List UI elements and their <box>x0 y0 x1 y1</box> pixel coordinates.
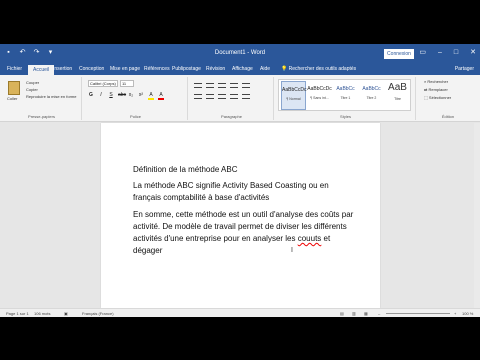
font-format-buttons: G I S abc x₂ x² A A <box>88 92 164 100</box>
bullets-icon[interactable] <box>194 83 202 88</box>
format-painter-button[interactable]: Reproduire la mise en forme <box>26 94 76 99</box>
styles-gallery: AaBbCcDc ¶ Normal AaBbCcDc ¶ Sans int...… <box>278 79 411 111</box>
decrease-indent-icon[interactable] <box>230 83 238 88</box>
select-button[interactable]: ⬚ Sélectionner <box>424 95 451 100</box>
ribbon: Coller Couper Copier Reproduire la mise … <box>0 75 480 122</box>
tell-me-search[interactable]: 💡 Rechercher des outils adaptés <box>281 66 356 72</box>
style-heading-1[interactable]: AaBbCc Titre 1 <box>333 81 358 110</box>
subscript-button[interactable]: x₂ <box>128 92 134 100</box>
paste-button[interactable]: Coller <box>7 96 17 101</box>
paragraph-group-label: Paragraphe <box>221 114 242 119</box>
close-icon[interactable]: ✕ <box>470 48 476 58</box>
paragraph-body[interactable]: En somme, cette méthode est un outil d'a… <box>133 209 358 257</box>
cut-button[interactable]: Couper <box>26 80 39 85</box>
language[interactable]: Français (France) <box>82 311 114 316</box>
read-mode-icon[interactable]: ▥ <box>352 311 356 316</box>
line-spacing-icon[interactable] <box>242 94 250 99</box>
style-normal[interactable]: AaBbCcDc ¶ Normal <box>281 81 306 110</box>
zoom-in-icon[interactable]: + <box>454 311 456 316</box>
page-count[interactable]: Page 1 sur 1 <box>6 311 29 316</box>
justify-icon[interactable] <box>230 94 238 99</box>
word-window: ▪ ↶ ↷ ▾ Document1 - Word Connexion ▭ – □… <box>0 44 480 317</box>
replace-button[interactable]: ⇄ Remplacer <box>424 87 448 92</box>
sign-in-button[interactable]: Connexion <box>384 49 414 59</box>
tab-fichier[interactable]: Fichier <box>7 66 22 72</box>
print-layout-icon[interactable]: ▦ <box>364 311 368 316</box>
multilevel-list-icon[interactable] <box>218 83 226 88</box>
tab-references[interactable]: Références <box>144 66 170 72</box>
status-bar: Page 1 sur 1 106 mots ▣ Français (France… <box>0 308 480 317</box>
tab-aide[interactable]: Aide <box>260 66 270 72</box>
zoom-slider[interactable] <box>386 313 450 314</box>
replace-icon: ⇄ <box>424 87 428 92</box>
focus-mode-icon[interactable]: ▤ <box>340 311 344 316</box>
alignment-buttons <box>194 94 250 99</box>
tell-me-label: Rechercher des outils adaptés <box>288 66 357 72</box>
tab-mise-en-page[interactable]: Mise en page <box>110 66 140 72</box>
style-heading-2[interactable]: AaBbCc Titre 2 <box>359 81 384 110</box>
paragraph-definition[interactable]: La méthode ABC signifie Activity Based C… <box>133 180 358 204</box>
ribbon-tabs: Fichier Accueil Insertion Conception Mis… <box>0 64 480 75</box>
misspelled-word[interactable]: couuts <box>298 234 322 243</box>
italic-button[interactable]: I <box>98 92 104 100</box>
tab-affichage[interactable]: Affichage <box>232 66 253 72</box>
search-icon: ⌕ <box>424 79 427 84</box>
increase-indent-icon[interactable] <box>242 83 250 88</box>
font-group-label: Police <box>130 114 141 119</box>
find-button[interactable]: ⌕ Rechercher <box>424 79 448 84</box>
style-title[interactable]: AaB Titre <box>385 81 410 110</box>
tab-insertion[interactable]: Insertion <box>53 66 72 72</box>
strikethrough-button[interactable]: abc <box>118 92 126 100</box>
list-buttons <box>194 83 250 88</box>
document-area: Définition de la méthode ABC La méthode … <box>0 123 480 308</box>
tab-revision[interactable]: Révision <box>206 66 225 72</box>
replace-label: Remplacer <box>428 87 448 92</box>
vertical-scrollbar[interactable] <box>474 123 480 308</box>
copy-button[interactable]: Copier <box>26 87 38 92</box>
paste-icon[interactable] <box>8 81 20 95</box>
numbering-icon[interactable] <box>206 83 214 88</box>
tab-accueil[interactable]: Accueil <box>28 65 55 75</box>
zoom-out-icon[interactable]: – <box>378 311 380 316</box>
style-no-spacing[interactable]: AaBbCcDc ¶ Sans int... <box>307 81 332 110</box>
highlight-color-button[interactable]: A <box>148 92 154 100</box>
proofing-icon[interactable]: ▣ <box>64 311 68 316</box>
underline-button[interactable]: S <box>108 92 114 100</box>
paragraph-title[interactable]: Définition de la méthode ABC <box>133 164 358 176</box>
text-cursor-icon: I <box>291 247 293 254</box>
styles-group-label: Styles <box>340 114 351 119</box>
align-right-icon[interactable] <box>218 94 226 99</box>
clipboard-group-label: Presse-papiers <box>28 114 55 119</box>
title-bar: ▪ ↶ ↷ ▾ Document1 - Word Connexion ▭ – □… <box>0 44 480 64</box>
minimize-icon[interactable]: – <box>438 48 442 58</box>
align-center-icon[interactable] <box>206 94 214 99</box>
word-count[interactable]: 106 mots <box>34 311 50 316</box>
document-page[interactable]: Définition de la méthode ABC La méthode … <box>101 123 380 308</box>
select-label: Sélectionner <box>428 95 452 100</box>
clipboard-group: Coller Couper Copier Reproduire la mise … <box>2 77 82 120</box>
editing-group-label: Édition <box>441 114 455 119</box>
zoom-level[interactable]: 100 % <box>462 311 473 316</box>
tab-conception[interactable]: Conception <box>79 66 104 72</box>
bold-button[interactable]: G <box>88 92 94 100</box>
lightbulb-icon: 💡 <box>281 66 288 72</box>
font-color-button[interactable]: A <box>158 92 164 100</box>
font-name-select[interactable]: Calibri (Corps) <box>88 80 118 87</box>
share-button[interactable]: Partager <box>455 66 474 72</box>
maximize-icon[interactable]: □ <box>454 48 458 58</box>
font-size-select[interactable]: 11 <box>120 80 134 87</box>
select-icon: ⬚ <box>424 95 428 100</box>
align-left-icon[interactable] <box>194 94 202 99</box>
superscript-button[interactable]: x² <box>138 92 144 100</box>
window-controls: ▭ – □ ✕ <box>419 48 476 58</box>
ribbon-display-icon[interactable]: ▭ <box>419 48 426 58</box>
find-label: Rechercher <box>427 79 449 84</box>
tab-publipostage[interactable]: Publipostage <box>172 66 201 72</box>
